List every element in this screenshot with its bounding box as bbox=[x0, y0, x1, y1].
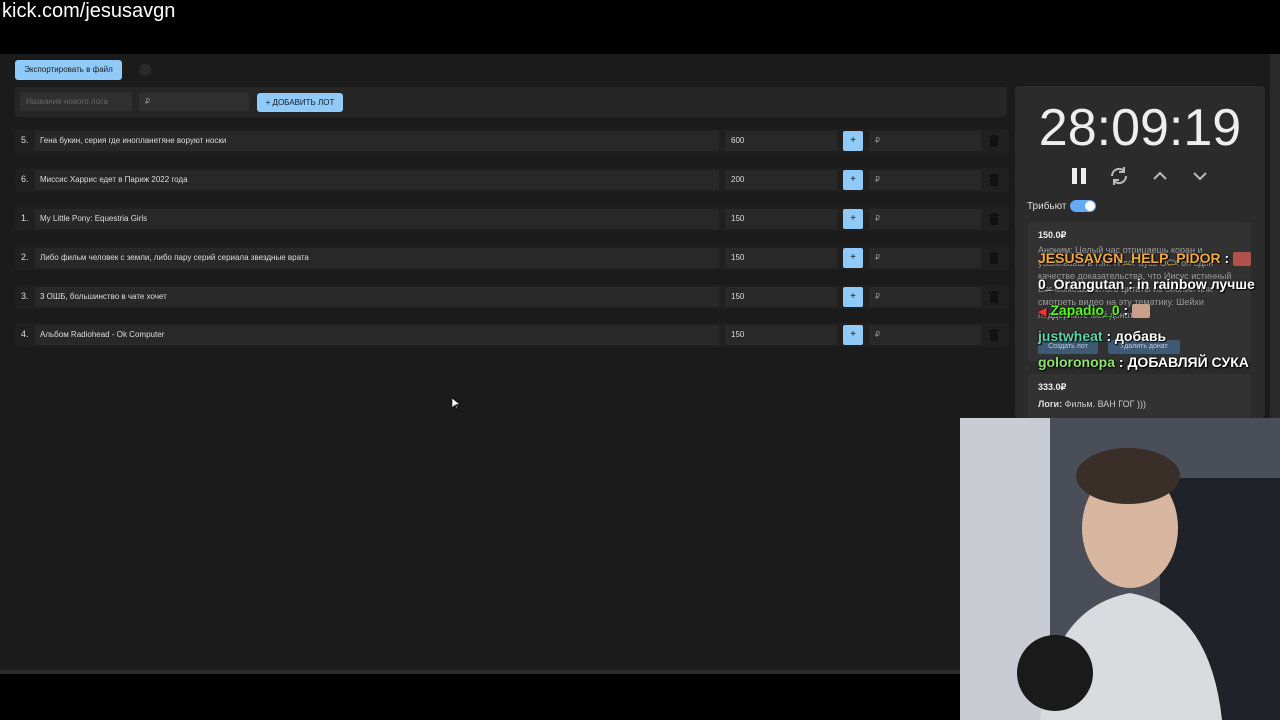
lot-number: 1. bbox=[21, 213, 29, 223]
donation-text: Логи: Фильм. ВАН ГОГ ))) bbox=[1038, 398, 1248, 411]
lot-name-field[interactable]: Альбом Radiohead - Ok Computer bbox=[35, 325, 719, 345]
lot-row: 5. Гена букин, серия где инопланетяне во… bbox=[15, 129, 1009, 153]
chat-message: ◀ Zapadio_0 : bbox=[1038, 302, 1151, 319]
trash-icon[interactable] bbox=[989, 252, 999, 264]
chat-username: justwheat bbox=[1038, 328, 1103, 344]
donation-author: Логи: bbox=[1038, 399, 1063, 409]
lot-amount-field[interactable]: 150 bbox=[725, 209, 837, 229]
lot-extra-amount-input[interactable]: ₽ bbox=[869, 248, 981, 268]
badge-icon: ◀ bbox=[1038, 306, 1047, 318]
trash-icon[interactable] bbox=[989, 135, 999, 147]
tribute-toggle[interactable] bbox=[1070, 200, 1096, 212]
refresh-icon[interactable] bbox=[1108, 165, 1130, 187]
lot-amount-field[interactable]: 600 bbox=[725, 131, 837, 151]
chat-username: goloronopa bbox=[1038, 354, 1115, 370]
lot-row: 2. Либо фильм человек с земли, либо пару… bbox=[15, 246, 1009, 270]
status-dot bbox=[139, 64, 151, 76]
chat-message: justwheat : добавь bbox=[1038, 328, 1166, 344]
lot-name-field[interactable]: Гена букин, серия где инопланетяне ворую… bbox=[35, 131, 719, 151]
lot-extra-amount-input[interactable]: ₽ bbox=[869, 325, 981, 345]
lot-name-field[interactable]: My Little Pony: Equestria Girls bbox=[35, 209, 719, 229]
trash-icon[interactable] bbox=[989, 291, 999, 303]
lot-amount-field[interactable]: 150 bbox=[725, 287, 837, 307]
pause-icon[interactable] bbox=[1068, 165, 1090, 187]
lot-number: 6. bbox=[21, 174, 29, 184]
webcam-feed bbox=[960, 418, 1280, 720]
emote-icon bbox=[1233, 252, 1252, 267]
chat-overlay: JESUSAVGN_HELP_PIDOR : 0_Orangutan : in … bbox=[1038, 247, 1280, 377]
chat-separator: : bbox=[1115, 354, 1128, 370]
chat-separator: : bbox=[1102, 328, 1116, 344]
lot-add-amount-button[interactable]: + bbox=[843, 325, 863, 345]
chat-separator: : bbox=[1124, 276, 1137, 292]
lot-extra-amount-input[interactable]: ₽ bbox=[869, 131, 981, 151]
lot-amount-field[interactable]: 150 bbox=[725, 325, 837, 345]
lot-add-amount-button[interactable]: + bbox=[843, 248, 863, 268]
add-lot-button[interactable]: + ДОБАВИТЬ ЛОТ bbox=[257, 93, 343, 112]
lot-extra-amount-input[interactable]: ₽ bbox=[869, 170, 981, 190]
donation-amount: 150.0₽ bbox=[1038, 230, 1067, 240]
chat-text: добавь bbox=[1115, 328, 1167, 344]
emote-icon bbox=[1132, 304, 1151, 319]
export-to-file-button[interactable]: Экспортировать в файл bbox=[15, 60, 122, 80]
chat-text: in rainbow лучше bbox=[1136, 276, 1255, 292]
lot-name-field[interactable]: Миссис Харрис едет в Париж 2022 года bbox=[35, 170, 719, 190]
lot-number: 5. bbox=[21, 135, 29, 145]
chat-message: 0_Orangutan : in rainbow лучше bbox=[1038, 276, 1255, 292]
lot-amount-field[interactable]: 200 bbox=[725, 170, 837, 190]
lot-row: 4. Альбом Radiohead - Ok Computer 150 + … bbox=[15, 323, 1009, 347]
lot-number: 4. bbox=[21, 329, 29, 339]
lot-amount-field[interactable]: 150 bbox=[725, 248, 837, 268]
chat-text: ДОБАВЛЯЙ СУКА bbox=[1127, 354, 1249, 370]
lot-name-field[interactable]: 3 ОШБ, большинство в чате хочет bbox=[35, 287, 719, 307]
chat-username: JESUSAVGN_HELP_PIDOR bbox=[1038, 250, 1221, 266]
lot-add-amount-button[interactable]: + bbox=[843, 170, 863, 190]
new-lot-name-input[interactable]: Название нового лота bbox=[20, 93, 132, 111]
bottom-divider bbox=[0, 670, 960, 674]
tribute-label: Трибьют bbox=[1027, 201, 1067, 212]
chat-separator: : bbox=[1119, 302, 1133, 318]
donation-message: Фильм. ВАН ГОГ ))) bbox=[1062, 399, 1147, 409]
lot-add-amount-button[interactable]: + bbox=[843, 287, 863, 307]
lot-row: 6. Миссис Харрис едет в Париж 2022 года … bbox=[15, 168, 1009, 192]
lot-row: 3. 3 ОШБ, большинство в чате хочет 150 +… bbox=[15, 285, 1009, 309]
chat-message: JESUSAVGN_HELP_PIDOR : bbox=[1038, 250, 1252, 267]
donation-amount: 333.0₽ bbox=[1038, 382, 1067, 392]
lot-name-field[interactable]: Либо фильм человек с земли, либо пару се… bbox=[35, 248, 719, 268]
lot-number: 2. bbox=[21, 252, 29, 262]
chat-message: goloronopa : ДОБАВЛЯЙ СУКА bbox=[1038, 354, 1249, 370]
trash-icon[interactable] bbox=[989, 329, 999, 341]
chat-username: 0_Orangutan bbox=[1038, 276, 1125, 292]
donation-card: 333.0₽ Логи: Фильм. ВАН ГОГ ))) bbox=[1028, 374, 1251, 418]
trash-icon[interactable] bbox=[989, 213, 999, 225]
lot-row: 1. My Little Pony: Equestria Girls 150 +… bbox=[15, 207, 1009, 231]
lot-add-amount-button[interactable]: + bbox=[843, 131, 863, 151]
chat-separator: : bbox=[1220, 250, 1234, 266]
trash-icon[interactable] bbox=[989, 174, 999, 186]
countdown-timer: 28:09:19 bbox=[1038, 99, 1242, 157]
new-lot-amount-input[interactable]: ₽ bbox=[139, 93, 249, 111]
lot-add-amount-button[interactable]: + bbox=[843, 209, 863, 229]
lot-number: 3. bbox=[21, 291, 29, 301]
lot-extra-amount-input[interactable]: ₽ bbox=[869, 287, 981, 307]
chat-username: Zapadio_0 bbox=[1050, 302, 1120, 318]
mouse-cursor-icon bbox=[451, 397, 461, 410]
lot-extra-amount-input[interactable]: ₽ bbox=[869, 209, 981, 229]
stream-url-overlay: kick.com/jesusavgn bbox=[2, 0, 176, 22]
chevron-down-icon[interactable] bbox=[1189, 165, 1211, 187]
chevron-up-icon[interactable] bbox=[1149, 165, 1171, 187]
